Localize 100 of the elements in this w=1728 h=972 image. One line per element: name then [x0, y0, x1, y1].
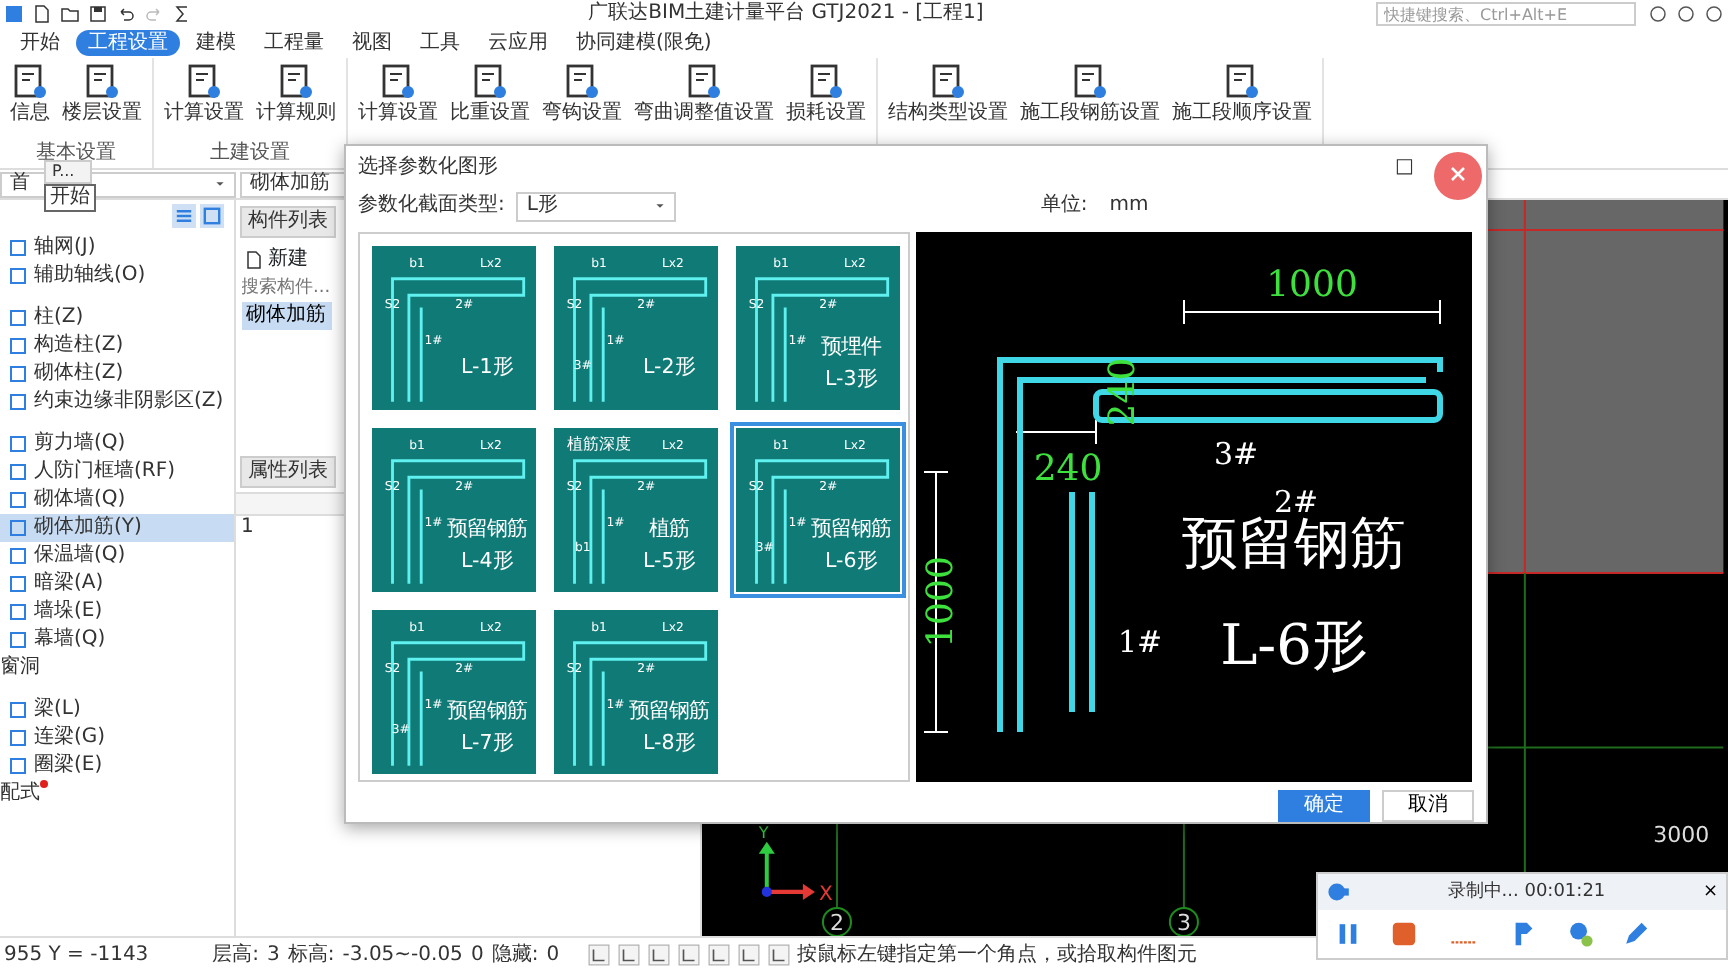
nav-item[interactable]: 轴网(J)	[0, 233, 234, 261]
panel-tab[interactable]: 构件列表	[240, 206, 336, 238]
app-logo-icon[interactable]	[4, 4, 24, 24]
nav-item[interactable]: 人防门框墙(RF)	[0, 457, 234, 485]
rebar-label: 1#	[1117, 624, 1163, 660]
nav-item[interactable]: 梁(L)	[0, 695, 234, 723]
status-text: 隐藏:	[491, 943, 539, 967]
ribbon-button[interactable]: 信息	[6, 58, 54, 130]
corner-icon[interactable]	[587, 944, 610, 966]
sum-icon[interactable]	[172, 4, 192, 24]
unit-value: mm	[1109, 194, 1149, 219]
nav-item[interactable]: 辅助轴线(O)	[0, 261, 234, 289]
new-button[interactable]: 新建	[236, 242, 315, 276]
shape-caption: 预留钢筋	[446, 516, 527, 541]
help-icon[interactable]	[1704, 4, 1724, 24]
menu-tab[interactable]: 建模	[184, 30, 248, 56]
detail-view-icon[interactable]	[200, 204, 224, 228]
tooltip-header: P...	[44, 160, 92, 184]
nav-item[interactable]: 幕墙(Q)	[0, 625, 234, 653]
nav-item[interactable]: 构造柱(Z)	[0, 331, 234, 359]
ok-button[interactable]: 确定	[1278, 790, 1370, 822]
component-item[interactable]: 砌体加筋	[241, 301, 331, 330]
status-text: -3.05~-0.05	[342, 943, 463, 967]
shape-caption: 预留钢筋	[446, 698, 527, 723]
nav-item[interactable]: 砌体墙(Q)	[0, 485, 234, 513]
camera-icon	[1326, 880, 1350, 904]
list-view-icon[interactable]	[171, 204, 195, 228]
group-label: 基本设置	[36, 142, 116, 164]
nav-item[interactable]: 圈梁(E)	[0, 751, 234, 779]
shape-caption: 预埋件	[820, 334, 881, 359]
menu-tab[interactable]: 云应用	[476, 30, 560, 56]
sheet-gear-icon	[806, 62, 846, 102]
nav-item[interactable]: 砌体柱(Z)	[0, 359, 234, 387]
pen-icon[interactable]	[1622, 920, 1650, 948]
panel-tab[interactable]: 属性列表	[240, 455, 336, 488]
nav-item[interactable]: 连梁(G)	[0, 723, 234, 751]
tooltip: 开始	[44, 183, 96, 212]
ribbon-button[interactable]: 比重设置	[446, 58, 534, 130]
cancel-button[interactable]: 取消	[1382, 790, 1474, 822]
grid-axis-marker: 3	[1168, 906, 1199, 936]
field-label: 单位:	[1040, 194, 1088, 219]
ribbon-button[interactable]: 弯曲调整值设置	[630, 58, 778, 130]
sheet-gear-icon	[10, 62, 50, 102]
sheet-gear-icon	[184, 62, 224, 102]
dimension-label: 1000	[1266, 264, 1358, 306]
section-type-select[interactable]: L形	[516, 191, 677, 222]
menu-tab[interactable]: 协同建模(限免)	[564, 30, 724, 56]
menu-tab[interactable]: 工具	[408, 30, 472, 56]
close-button[interactable]	[1434, 152, 1482, 200]
sheet-gear-icon	[1070, 62, 1110, 102]
ribbon-button[interactable]: 弯钩设置	[538, 58, 626, 130]
shape-caption: 植筋	[648, 516, 689, 541]
menu-tab[interactable]: 工程量	[252, 30, 336, 56]
stop-icon[interactable]	[1390, 920, 1418, 948]
save-icon[interactable]	[88, 4, 108, 24]
nav-item[interactable]: 暗梁(A)	[0, 569, 234, 597]
status-text: 0	[470, 943, 484, 967]
search-field[interactable]: 快捷键搜索、Ctrl+Alt+E	[1376, 2, 1636, 26]
close-icon	[1448, 164, 1468, 185]
row-number: 1	[239, 515, 256, 542]
maximize-button[interactable]: □	[1395, 155, 1414, 180]
nav-item[interactable]: 剪力墙(Q)	[0, 429, 234, 457]
ribbon-button[interactable]: 计算设置	[160, 58, 248, 130]
ribbon-button[interactable]: 施工段顺序设置	[1168, 58, 1316, 130]
pause-icon[interactable]	[1334, 920, 1362, 948]
ribbon-button[interactable]: 损耗设置	[782, 58, 870, 130]
sheet-gear-icon	[276, 62, 316, 102]
menu-tab[interactable]: 视图	[340, 30, 404, 56]
open-folder-icon[interactable]	[60, 4, 80, 24]
menu-tab[interactable]: 开始	[8, 30, 72, 56]
section-header[interactable]: 配式	[0, 781, 40, 805]
status-text: 3	[267, 943, 280, 967]
section-header[interactable]: 窗洞	[0, 655, 40, 679]
new-file-icon	[243, 249, 263, 269]
nav-item[interactable]: 约束边缘非阴影区(Z)	[0, 387, 234, 415]
ribbon-button[interactable]: 计算规则	[252, 58, 340, 130]
menu-tab[interactable]: 工程设置	[76, 30, 180, 56]
undo-icon[interactable]	[116, 4, 136, 24]
ribbon-button[interactable]: 结构类型设置	[884, 58, 1012, 130]
nav-item[interactable]: 柱(Z)	[0, 303, 234, 331]
nav-item[interactable]: 保温墙(Q)	[0, 541, 234, 569]
grid-axis-marker: 2	[821, 906, 852, 936]
nav-item[interactable]: 砌体加筋(Y)	[0, 513, 234, 541]
close-button[interactable]: ×	[1702, 881, 1718, 903]
dimension-label: 240	[1102, 357, 1144, 427]
ribbon-button[interactable]: 楼层设置	[58, 58, 146, 130]
caret-icon	[214, 178, 226, 190]
status-text: 层高:	[212, 943, 260, 967]
coordinates: 955 Y = -1143	[4, 943, 149, 967]
field-label: 参数化截面类型:	[358, 194, 505, 219]
ribbon-button[interactable]: 施工段钢筋设置	[1016, 58, 1164, 130]
recording-status: 录制中... 00:01:21	[1445, 881, 1608, 903]
sheet-gear-icon	[82, 62, 122, 102]
dialog-title: 选择参数化图形	[358, 155, 498, 180]
new-file-icon[interactable]	[32, 4, 52, 24]
nav-item[interactable]: 墙垛(E)	[0, 597, 234, 625]
sheet-gear-icon	[1222, 62, 1262, 102]
shape-caption: L-1形	[461, 355, 513, 380]
ribbon-button[interactable]: 计算设置	[354, 58, 442, 130]
sheet-gear-icon	[378, 62, 418, 102]
